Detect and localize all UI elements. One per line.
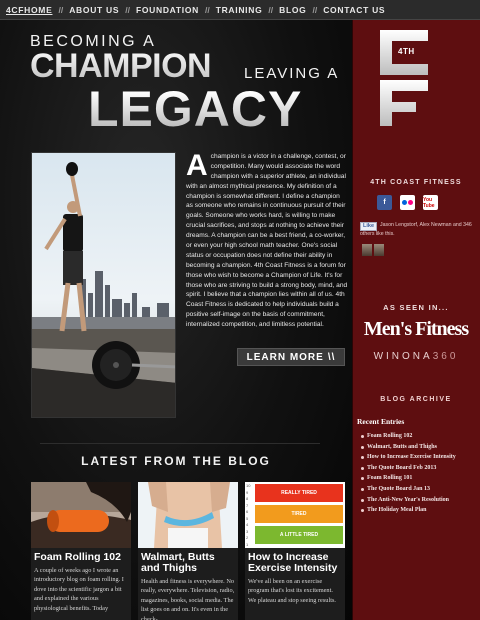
hero-line-legacy: LEGACY <box>88 81 303 137</box>
recent-entries-list: Foam Rolling 102 Walmart, Butts and Thig… <box>361 433 473 518</box>
as-seen-in-heading: AS SEEN IN... <box>383 303 449 312</box>
nav-separator: // <box>58 4 64 15</box>
learn-more-button[interactable]: LEARN MORE \\ <box>237 348 345 366</box>
measuring-tape-image <box>138 482 238 548</box>
blog-archive-heading: BLOG ARCHIVE <box>380 396 452 403</box>
scale-number: 1 <box>246 541 249 547</box>
scale-band-orange: TIRED <box>255 505 343 523</box>
blog-card-excerpt: We've all been on an exercise program th… <box>248 578 336 604</box>
winona-360-logo: WINONA360 <box>352 351 480 362</box>
blog-card-excerpt: A couple of weeks ago I wrote an introdu… <box>34 567 124 612</box>
scale-numbers: 10 9 8 7 6 5 4 3 2 1 <box>245 482 254 548</box>
top-nav: 4CFHOME // ABOUT US // FOUNDATION // TRA… <box>0 0 480 20</box>
scale-number: 6 <box>246 509 249 515</box>
nav-about[interactable]: ABOUT US <box>69 5 119 15</box>
scale-number: 9 <box>246 489 249 495</box>
brand-name: 4TH COAST FITNESS <box>370 179 462 186</box>
scale-number: 8 <box>246 496 249 502</box>
scale-number: 2 <box>246 535 249 541</box>
scale-band-green: A LITTLE TIRED <box>255 526 343 544</box>
list-item[interactable]: Foam Rolling 101 <box>361 475 473 481</box>
scale-number: 10 <box>246 483 251 488</box>
blog-section-title: LATEST FROM THE BLOG <box>81 454 271 468</box>
blog-card-title[interactable]: Walmart, Butts and Thighs <box>138 548 238 577</box>
foam-roller-image <box>31 482 131 548</box>
athlete-photo <box>31 152 176 418</box>
flickr-icon[interactable] <box>400 195 415 210</box>
4cf-logo[interactable]: 4TH <box>376 28 432 128</box>
scale-number: 7 <box>246 502 249 508</box>
nav-separator: // <box>268 4 274 15</box>
scale-number: 4 <box>246 522 249 528</box>
like-button[interactable]: Like <box>360 222 378 232</box>
mens-fitness-logo: Men's Fitness <box>363 318 469 340</box>
winona-text: WINONA <box>373 351 433 362</box>
blog-card[interactable]: 10 9 8 7 6 5 4 3 2 1 REALLY TIRED TIRED … <box>245 482 345 620</box>
avatar[interactable] <box>362 244 372 256</box>
social-links: f You Tube <box>377 195 438 210</box>
drop-cap: A <box>186 149 208 182</box>
nav-contact[interactable]: CONTACT US <box>323 5 385 15</box>
list-item[interactable]: The Holiday Meal Plan <box>361 507 473 513</box>
learn-more-label: LEARN MORE <box>246 351 324 363</box>
facebook-like-box: Like Jason Lengstorf, Alex Newman and 346… <box>360 222 476 238</box>
main-content: BECOMING A CHAMPION LEAVING A LEGACY A c… <box>0 20 352 620</box>
scale-number: 5 <box>246 515 249 521</box>
list-item[interactable]: How to Increase Exercise Intensity <box>361 454 473 460</box>
avatar[interactable] <box>374 244 384 256</box>
nav-foundation[interactable]: FOUNDATION <box>136 5 199 15</box>
nav-home[interactable]: 4CFHOME <box>6 5 52 15</box>
youtube-icon[interactable]: You Tube <box>423 195 438 210</box>
list-item[interactable]: The Anti-New Year's Resolution <box>361 497 473 503</box>
facebook-icon[interactable]: f <box>377 195 392 210</box>
list-item[interactable]: Walmart, Butts and Thighs <box>361 444 473 450</box>
double-slash-icon: \\ <box>327 351 336 363</box>
blog-card[interactable]: Walmart, Butts and Thighs Health and fit… <box>138 482 238 620</box>
intro-text: champion is a victor in a challenge, con… <box>186 153 348 329</box>
blog-card-excerpt: Health and fitness is everywhere. No rea… <box>141 578 235 620</box>
intensity-scale-image: 10 9 8 7 6 5 4 3 2 1 REALLY TIRED TIRED … <box>245 482 345 548</box>
scale-number: 3 <box>246 528 249 534</box>
logo-4th-text: 4TH <box>398 47 415 56</box>
winona-number: 360 <box>432 351 459 362</box>
list-item[interactable]: The Quote Board Feb 2013 <box>361 465 473 471</box>
scale-band-red: REALLY TIRED <box>255 484 343 502</box>
intro-paragraph: Achampion is a victor in a challenge, co… <box>186 149 348 330</box>
friend-avatars <box>362 244 384 256</box>
blog-card[interactable]: Foam Rolling 102 A couple of weeks ago I… <box>31 482 131 620</box>
list-item[interactable]: The Quote Board Jan 13 <box>361 486 473 492</box>
nav-separator: // <box>312 4 318 15</box>
nav-training[interactable]: TRAINING <box>216 5 263 15</box>
nav-separator: // <box>204 4 210 15</box>
blog-card-title[interactable]: How to Increase Exercise Intensity <box>245 548 345 577</box>
divider <box>40 443 320 444</box>
recent-entries-heading: Recent Entries <box>357 417 405 426</box>
blog-card-title[interactable]: Foam Rolling 102 <box>31 548 131 566</box>
list-item[interactable]: Foam Rolling 102 <box>361 433 473 439</box>
nav-separator: // <box>125 4 130 15</box>
nav-blog[interactable]: BLOG <box>279 5 306 15</box>
